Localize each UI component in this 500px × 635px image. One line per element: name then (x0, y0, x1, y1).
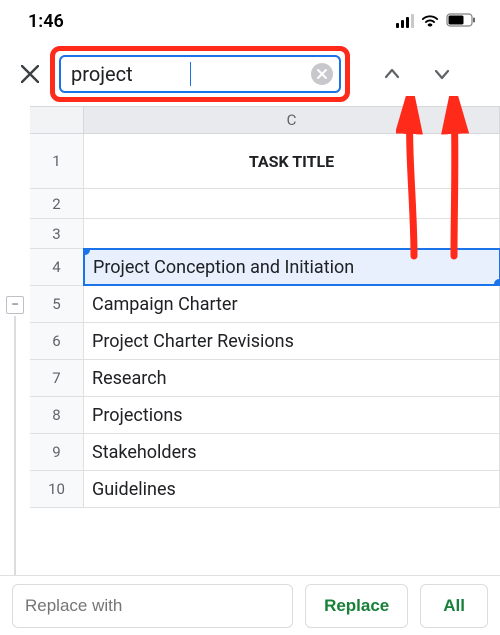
row-number[interactable]: 5 (30, 286, 84, 322)
wifi-icon (420, 11, 440, 32)
data-cell[interactable]: Campaign Charter (84, 286, 500, 322)
cellular-icon (396, 14, 414, 28)
replace-input[interactable] (12, 584, 293, 628)
spreadsheet[interactable]: − C 1TASK TITLE234Project Conception and… (0, 106, 500, 508)
find-next-button[interactable] (422, 54, 462, 94)
table-row[interactable]: 4Project Conception and Initiation (30, 249, 500, 286)
column-header-c[interactable]: C (84, 107, 500, 133)
data-cell[interactable]: Stakeholders (84, 434, 500, 470)
find-highlight-annotation: project (50, 46, 350, 102)
selection-handle-icon[interactable] (83, 248, 90, 255)
table-row[interactable]: 10Guidelines (30, 471, 500, 508)
find-previous-button[interactable] (372, 54, 412, 94)
text-caret (190, 62, 192, 86)
row-number[interactable]: 6 (30, 323, 84, 359)
find-input[interactable]: project (71, 62, 191, 86)
row-number[interactable]: 10 (30, 471, 84, 507)
table-row[interactable]: 8Projections (30, 397, 500, 434)
status-time: 1:46 (28, 11, 64, 32)
row-number[interactable]: 9 (30, 434, 84, 470)
collapse-group-button[interactable]: − (6, 296, 24, 314)
table-row[interactable]: 2 (30, 189, 500, 219)
table-row[interactable]: 9Stakeholders (30, 434, 500, 471)
close-find-button[interactable] (10, 54, 50, 94)
row-number[interactable]: 4 (30, 249, 84, 285)
selection-handle-icon[interactable] (494, 279, 500, 286)
replace-all-button[interactable]: All (420, 584, 488, 628)
table-row[interactable]: 1TASK TITLE (30, 134, 500, 189)
data-cell[interactable] (84, 189, 500, 218)
data-cell[interactable]: Project Charter Revisions (84, 323, 500, 359)
column-title-cell[interactable]: TASK TITLE (84, 134, 500, 188)
data-cell[interactable]: Guidelines (84, 471, 500, 507)
status-bar: 1:46 (0, 0, 500, 42)
data-cell[interactable]: Projections (84, 397, 500, 433)
row-number[interactable]: 1 (30, 134, 84, 188)
find-toolbar: project (0, 42, 500, 106)
status-indicators (396, 11, 476, 32)
table-row[interactable]: 6Project Charter Revisions (30, 323, 500, 360)
clear-search-button[interactable] (311, 63, 333, 85)
group-gutter: − (0, 106, 30, 508)
row-number[interactable]: 2 (30, 189, 84, 218)
find-input-wrapper[interactable]: project (59, 55, 341, 93)
table-row[interactable]: 5Campaign Charter (30, 286, 500, 323)
group-line (14, 316, 16, 576)
row-number[interactable]: 8 (30, 397, 84, 433)
data-cell[interactable] (84, 219, 500, 248)
table-row[interactable]: 7Research (30, 360, 500, 397)
column-header-row: C (30, 106, 500, 134)
replace-button[interactable]: Replace (305, 584, 408, 628)
corner-cell[interactable] (30, 107, 84, 133)
battery-icon (446, 11, 476, 32)
row-number[interactable]: 7 (30, 360, 84, 396)
table-row[interactable]: 3 (30, 219, 500, 249)
row-number[interactable]: 3 (30, 219, 84, 248)
data-cell[interactable]: Research (84, 360, 500, 396)
data-cell[interactable]: Project Conception and Initiation (83, 248, 500, 286)
replace-toolbar: Replace All (0, 575, 500, 635)
